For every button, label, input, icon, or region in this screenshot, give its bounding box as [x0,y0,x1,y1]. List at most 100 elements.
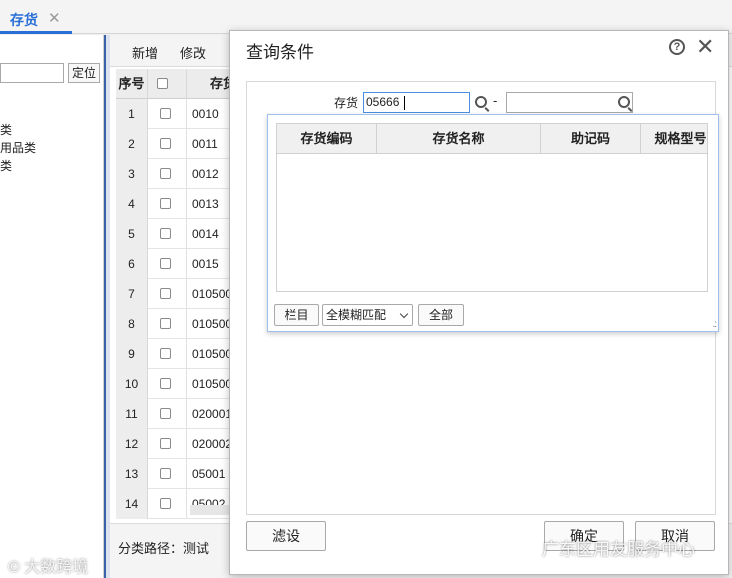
row-checkbox[interactable] [160,138,171,149]
row-checkbox[interactable] [160,228,171,239]
show-all-button[interactable]: 全部 [418,304,464,326]
filter-settings-button[interactable]: 滤设 [246,521,326,551]
row-seq: 14 [116,489,148,519]
row-checkbox[interactable] [160,408,171,419]
row-code: 010500 [192,287,233,301]
row-seq: 2 [116,129,148,159]
tab-close-icon[interactable]: ✕ [48,9,61,27]
table-row[interactable]: 9 010500 [116,339,246,369]
search-icon[interactable] [475,96,487,108]
row-seq: 8 [116,309,148,339]
row-code: 0014 [192,227,219,241]
row-code: 0010 [192,107,219,121]
header-seq: 序号 [116,69,148,99]
watermark-left: © 大数跨境 [8,559,89,576]
row-seq: 1 [116,99,148,129]
row-code: 05001 [192,467,226,481]
wechat-icon [516,543,536,558]
col-inventory-name[interactable]: 存货名称 [377,124,541,154]
range-separator: - [493,93,498,108]
table-row[interactable]: 5 0014 [116,219,246,249]
tree-search-input[interactable] [0,63,64,83]
resize-grip-icon[interactable]: .: [712,319,716,330]
watermark-right: 广东区用友服务中心 [516,535,695,560]
tree-item[interactable]: 类 [0,121,12,138]
row-checkbox[interactable] [160,318,171,329]
inventory-from-value: 05666 [366,95,400,109]
category-tree-panel: 定位 类 用品类 类 [0,35,104,578]
locate-button[interactable]: 定位 [68,63,100,83]
table-row[interactable]: 2 0011 [116,129,246,159]
row-seq: 12 [116,429,148,459]
match-mode-select[interactable]: 全模糊匹配 [322,304,413,326]
row-checkbox[interactable] [160,468,171,479]
row-code: 020002 [192,437,233,451]
row-code: 0015 [192,257,219,271]
row-code: 0012 [192,167,219,181]
tree-item[interactable]: 类 [0,157,12,174]
tab-label: 存货 [10,12,38,28]
inventory-to-input[interactable] [506,92,633,113]
table-row[interactable]: 4 0013 [116,189,246,219]
chevron-down-icon [399,309,409,319]
tree-item[interactable]: 用品类 [0,139,36,156]
row-checkbox[interactable] [160,498,171,509]
column-divider [186,399,187,429]
row-code: 0011 [192,137,218,151]
edit-button[interactable]: 修改 [180,43,206,62]
table-row[interactable]: 11 020001 [116,399,246,429]
column-divider [186,309,187,339]
help-icon[interactable]: ? [669,39,685,55]
search-icon[interactable] [618,96,630,108]
reference-grid: 存货编码 存货名称 助记码 规格型号 [276,123,708,292]
column-divider [186,249,187,279]
table-row[interactable]: 1 0010 [116,99,246,129]
row-seq: 10 [116,369,148,399]
table-row[interactable]: 13 05001 [116,459,246,489]
row-code: 010500 [192,317,233,331]
row-checkbox[interactable] [160,198,171,209]
dialog-title: 查询条件 [246,43,314,62]
row-checkbox[interactable] [160,168,171,179]
inventory-from-input[interactable]: 05666 [363,92,470,113]
row-seq: 6 [116,249,148,279]
row-code: 0013 [192,197,219,211]
row-checkbox[interactable] [160,258,171,269]
query-dialog: 查询条件 ? ✕ 存货 05666 - 存货编码 存货名称 助记码 规格型号 栏… [229,30,729,575]
column-divider [186,99,187,129]
column-divider [186,69,187,99]
table-row[interactable]: 10 010500 [116,369,246,399]
column-divider [186,339,187,369]
tab-bar: 存货 ✕ [0,0,732,34]
row-seq: 13 [116,459,148,489]
table-row[interactable]: 6 0015 [116,249,246,279]
reference-grid-header: 存货编码 存货名称 助记码 规格型号 [277,124,707,154]
column-divider [186,459,187,489]
row-checkbox[interactable] [160,108,171,119]
select-all-checkbox[interactable] [157,78,168,89]
row-checkbox[interactable] [160,348,171,359]
table-row[interactable]: 3 0012 [116,159,246,189]
columns-button[interactable]: 栏目 [274,304,319,326]
column-divider [186,429,187,459]
category-path: 分类路径：测试 [118,541,210,556]
row-checkbox[interactable] [160,438,171,449]
row-checkbox[interactable] [160,378,171,389]
table-row[interactable]: 7 010500 [116,279,246,309]
col-inventory-code[interactable]: 存货编码 [277,124,377,154]
new-button[interactable]: 新增 [132,43,158,62]
inventory-label: 存货 [334,96,359,110]
row-checkbox[interactable] [160,288,171,299]
row-code: 010500 [192,347,233,361]
row-seq: 4 [116,189,148,219]
col-mnemonic[interactable]: 助记码 [541,124,641,154]
table-row[interactable]: 8 010500 [116,309,246,339]
row-seq: 3 [116,159,148,189]
tab-inventory[interactable]: 存货 ✕ [0,0,72,34]
row-code: 020001 [192,407,233,421]
table-row[interactable]: 12 020002 [116,429,246,459]
close-icon[interactable]: ✕ [696,34,714,60]
column-divider [186,189,187,219]
column-divider [186,159,187,189]
col-spec-model[interactable]: 规格型号 [641,124,707,154]
